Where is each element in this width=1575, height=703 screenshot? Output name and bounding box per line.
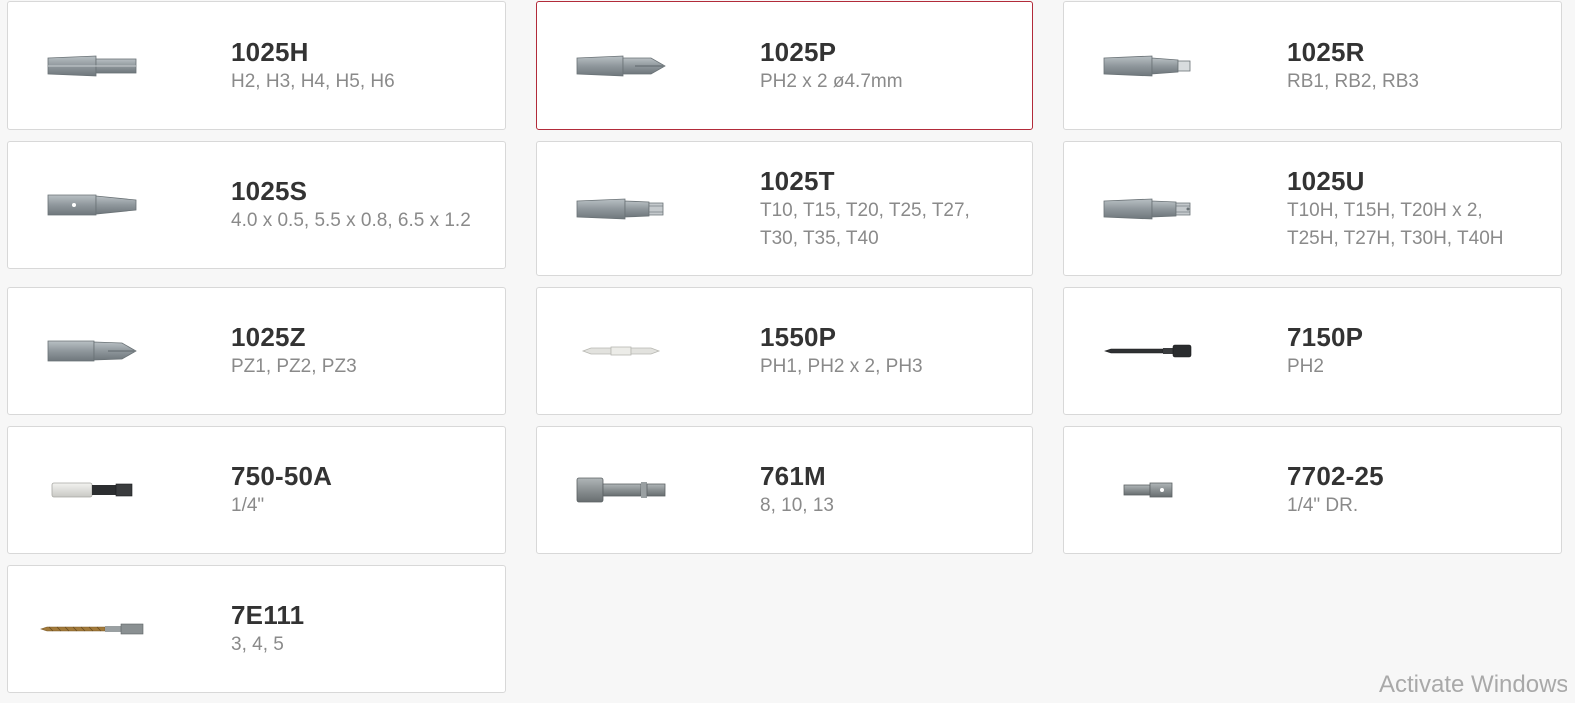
- product-code: 1025P: [760, 36, 837, 67]
- product-sizes: H2, H3, H4, H5, H6: [231, 70, 395, 92]
- product-sizes: 1/4": [231, 495, 265, 516]
- double-ended-bit-icon: [561, 331, 681, 371]
- product-code: 1025Z: [231, 322, 306, 352]
- product-sizes: PH2 x 2 ø4.7mm: [760, 70, 903, 92]
- product-card-7150p[interactable]: 7150P PH2: [1063, 287, 1562, 415]
- product-card-761m[interactable]: 761M 8, 10, 13: [536, 426, 1033, 554]
- product-card-1025s[interactable]: 1025S 4.0 x 0.5, 5.5 x 0.8, 6.5 x 1.2: [7, 141, 506, 269]
- square-bit-icon: [1088, 46, 1208, 86]
- activate-windows-watermark: Activate Windows: [1379, 671, 1567, 698]
- product-card-1025t[interactable]: 1025T T10, T15, T20, T25, T27, T30, T35,…: [536, 141, 1033, 276]
- product-card-7e111[interactable]: 7E111 3, 4, 5: [7, 565, 506, 693]
- product-sizes: RB1, RB2, RB3: [1287, 70, 1419, 92]
- product-grid: 1025H H2, H3, H4, H5, H6 1025P PH2 x 2 ø…: [0, 0, 1575, 703]
- product-card-1025p[interactable]: 1025P PH2 x 2 ø4.7mm: [536, 1, 1033, 130]
- product-code: 7150P: [1287, 322, 1364, 352]
- product-card-1025z[interactable]: 1025Z PZ1, PZ2, PZ3: [7, 287, 506, 415]
- product-code: 7702-25: [1287, 461, 1384, 491]
- bit-holder-icon: [32, 470, 152, 510]
- product-code: 7E111: [231, 600, 305, 630]
- product-code: 1025U: [1287, 165, 1365, 196]
- phillips-bit-icon: [561, 46, 681, 86]
- product-sizes: 4.0 x 0.5, 5.5 x 0.8, 6.5 x 1.2: [231, 210, 471, 231]
- product-card-1025u[interactable]: 1025U T10H, T15H, T20H x 2, T25H, T27H, …: [1063, 141, 1562, 276]
- product-card-1025r[interactable]: 1025R RB1, RB2, RB3: [1063, 1, 1562, 130]
- slotted-bit-icon: [32, 185, 152, 225]
- product-sizes: T10H, T15H, T20H x 2, T25H, T27H, T30H, …: [1287, 199, 1504, 249]
- product-sizes: T10, T15, T20, T25, T27, T30, T35, T40: [760, 199, 970, 249]
- product-code: 1550P: [760, 322, 837, 352]
- product-code: 750-50A: [231, 461, 333, 491]
- hex-bit-icon: [32, 46, 152, 86]
- product-sizes: PZ1, PZ2, PZ3: [231, 356, 357, 377]
- product-sizes: 8, 10, 13: [760, 495, 834, 516]
- product-card-7702-25[interactable]: 7702-25 1/4" DR.: [1063, 426, 1562, 554]
- product-code: 1025R: [1287, 36, 1365, 67]
- pozidriv-bit-icon: [32, 331, 152, 371]
- power-bit-icon: [1088, 331, 1208, 371]
- product-code: 1025H: [231, 36, 309, 67]
- product-card-1550p[interactable]: 1550P PH1, PH2 x 2, PH3: [536, 287, 1033, 415]
- torx-bit-icon: [561, 189, 681, 229]
- product-sizes: PH1, PH2 x 2, PH3: [760, 356, 923, 377]
- product-code: 761M: [760, 461, 826, 491]
- socket-adapter-icon: [1088, 470, 1208, 510]
- product-sizes: 1/4" DR.: [1287, 495, 1359, 516]
- security-torx-bit-icon: [1088, 189, 1208, 229]
- product-card-750-50a[interactable]: 750-50A 1/4": [7, 426, 506, 554]
- nut-setter-icon: [561, 470, 681, 510]
- product-code: 1025S: [231, 176, 308, 206]
- product-code: 1025T: [760, 165, 835, 196]
- drill-bit-icon: [32, 609, 152, 649]
- product-sizes: 3, 4, 5: [231, 634, 284, 655]
- product-sizes: PH2: [1287, 356, 1324, 377]
- product-card-1025h[interactable]: 1025H H2, H3, H4, H5, H6: [7, 1, 506, 130]
